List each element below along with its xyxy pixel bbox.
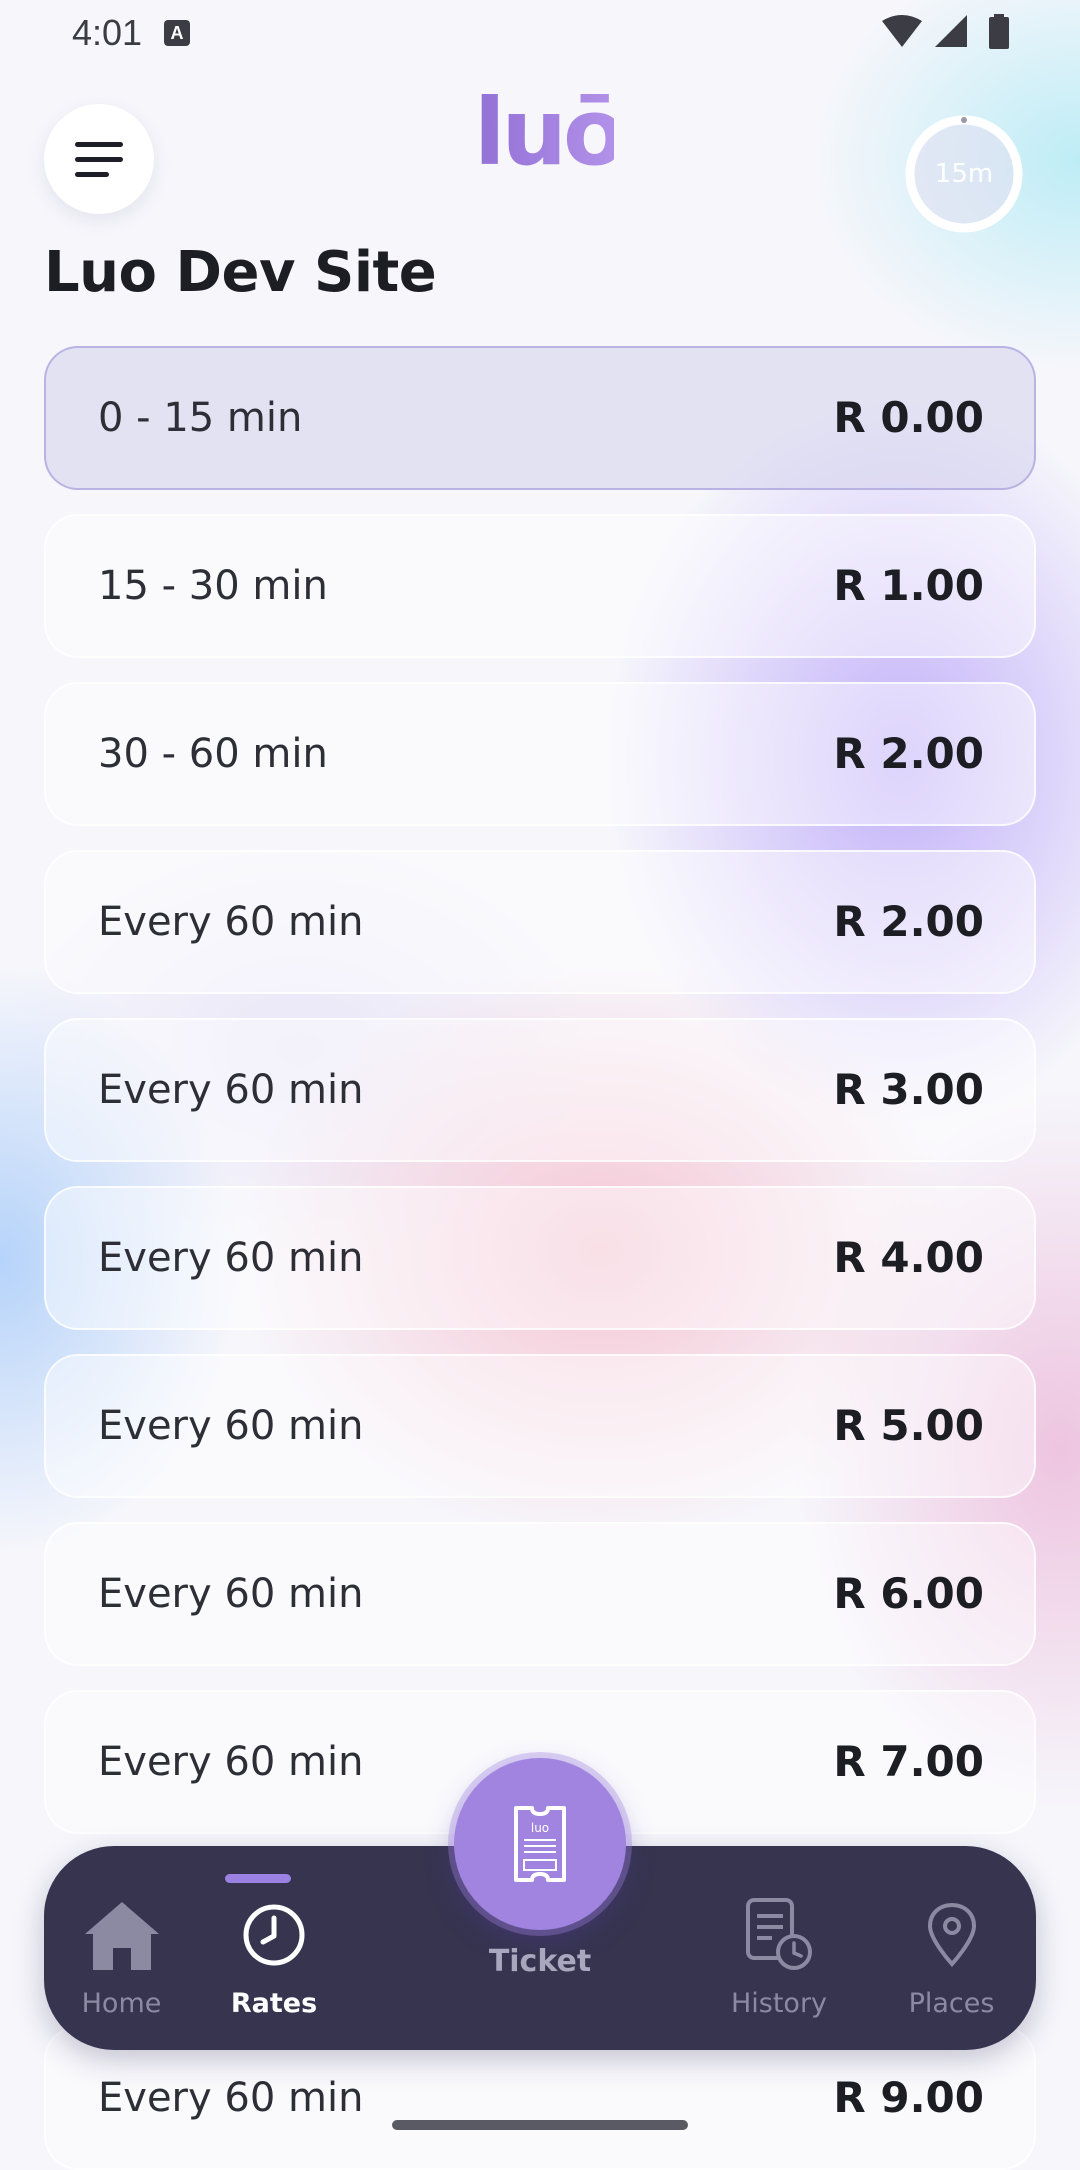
rate-row[interactable]: 0 - 15 min R 0.00: [44, 346, 1036, 490]
rate-row[interactable]: 30 - 60 min R 2.00: [44, 682, 1036, 826]
active-tab-indicator: [225, 1874, 291, 1883]
logo-text: luō: [474, 82, 614, 172]
rate-price: R 4.00: [833, 1233, 984, 1282]
status-time: 4:01: [72, 12, 143, 53]
rate-price: R 7.00: [833, 1737, 984, 1786]
rate-duration: Every 60 min: [98, 1739, 364, 1785]
rate-price: R 2.00: [833, 729, 984, 778]
menu-button[interactable]: [44, 104, 154, 214]
rate-price: R 6.00: [833, 1569, 984, 1618]
rate-row[interactable]: Every 60 min R 3.00: [44, 1018, 1036, 1162]
session-timer[interactable]: 15m: [902, 112, 1026, 236]
wifi-icon: [881, 15, 922, 47]
history-icon: [746, 1898, 812, 1970]
rate-row[interactable]: Every 60 min R 5.00: [44, 1354, 1036, 1498]
rate-price: R 3.00: [833, 1065, 984, 1114]
home-icon: [84, 1902, 159, 1970]
rate-row[interactable]: Every 60 min R 4.00: [44, 1186, 1036, 1330]
nav-history[interactable]: History: [694, 1846, 864, 2050]
nav-home[interactable]: Home: [44, 1846, 199, 2050]
home-indicator-bar[interactable]: [392, 2120, 688, 2130]
nav-places[interactable]: Places: [869, 1846, 1034, 2050]
rate-duration: Every 60 min: [98, 1235, 364, 1281]
location-pin-icon: [927, 1902, 976, 1967]
status-icons: [881, 14, 1010, 50]
rate-duration: Every 60 min: [98, 1571, 364, 1617]
rate-price: R 2.00: [833, 897, 984, 946]
page-title: Luo Dev Site: [44, 240, 437, 305]
rate-duration: Every 60 min: [98, 1403, 364, 1449]
a-letter-icon: A: [164, 20, 190, 46]
rate-price: R 1.00: [833, 561, 984, 610]
luo-logo: luō: [474, 82, 614, 172]
rate-row[interactable]: Every 60 min R 2.00: [44, 850, 1036, 994]
status-bar: 4:01 A: [0, 0, 1080, 64]
rate-duration: 15 - 30 min: [98, 563, 328, 609]
nav-rates-label: Rates: [230, 1988, 318, 2019]
clock-icon: [243, 1904, 305, 1966]
rate-duration: 30 - 60 min: [98, 731, 328, 777]
timer-label: 15m: [934, 159, 994, 189]
rate-price: R 5.00: [833, 1401, 984, 1450]
ticket-button[interactable]: luo: [454, 1758, 626, 1930]
rate-duration: 0 - 15 min: [98, 395, 303, 441]
battery-icon: [989, 14, 1009, 49]
nav-history-label: History: [730, 1988, 828, 2019]
nav-home-label: Home: [81, 1988, 162, 2019]
ticket-label: Ticket: [488, 1944, 592, 1979]
nav-places-label: Places: [908, 1988, 995, 2019]
ticket-icon-text: luo: [531, 1821, 549, 1835]
rate-duration: Every 60 min: [98, 1067, 364, 1113]
rate-price: R 0.00: [833, 393, 984, 442]
rate-row[interactable]: Every 60 min R 6.00: [44, 1522, 1036, 1666]
rate-row[interactable]: 15 - 30 min R 1.00: [44, 514, 1036, 658]
signal-icon: [934, 15, 967, 47]
rate-duration: Every 60 min: [98, 899, 364, 945]
ticket-icon: luo: [514, 1806, 566, 1882]
